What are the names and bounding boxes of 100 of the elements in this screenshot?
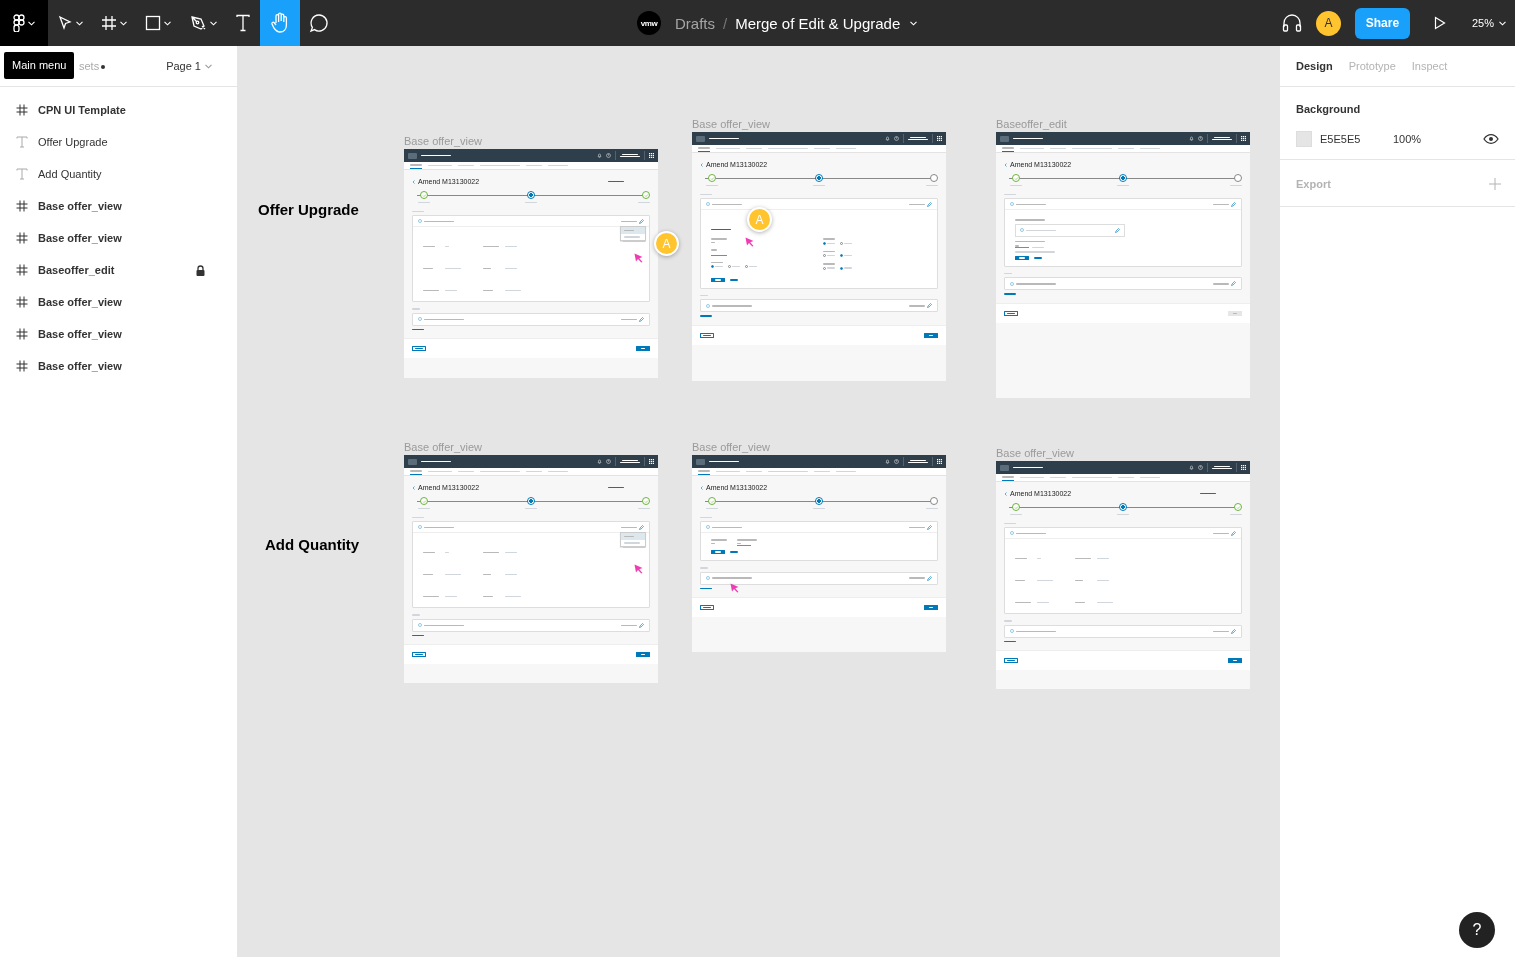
grid-icon	[649, 459, 654, 464]
frame-icon	[16, 296, 28, 308]
previous-button[interactable]	[700, 605, 714, 610]
offer-icon	[1010, 629, 1014, 634]
next-button[interactable]	[924, 605, 938, 610]
help-icon	[894, 459, 899, 464]
illegible-text	[1072, 147, 1112, 150]
back-icon[interactable]	[700, 162, 703, 167]
plus-icon[interactable]	[1489, 178, 1501, 190]
pencil-icon[interactable]	[639, 316, 644, 322]
previous-button[interactable]	[1004, 311, 1018, 316]
illegible-text	[421, 460, 451, 463]
help-icon	[1198, 136, 1203, 141]
next-button[interactable]	[636, 652, 650, 657]
back-icon[interactable]	[700, 485, 703, 490]
pencil-icon[interactable]	[1115, 227, 1120, 233]
layer-item[interactable]: Baseoffer_edit	[0, 254, 237, 286]
user-avatar[interactable]: A	[1315, 10, 1341, 36]
quantity-field[interactable]	[1015, 245, 1029, 249]
panel-tab[interactable]: Design	[1296, 60, 1333, 72]
previous-button[interactable]	[1004, 658, 1018, 663]
illegible-text	[1020, 476, 1044, 479]
grid-icon	[937, 136, 942, 141]
layer-name: Base offer_view	[38, 360, 123, 372]
eye-icon[interactable]	[1483, 134, 1499, 144]
layer-item[interactable]: Base offer_view	[0, 286, 237, 318]
app-logo	[408, 458, 417, 465]
layer-item[interactable]: Add Quantity	[0, 158, 237, 190]
quantity-field[interactable]	[737, 542, 751, 546]
next-button[interactable]	[924, 333, 938, 338]
back-icon[interactable]	[412, 179, 415, 184]
radio-button[interactable]	[839, 254, 843, 258]
caret-icon	[1499, 20, 1506, 26]
layer-item[interactable]: CPN UI Template	[0, 94, 237, 126]
play-icon[interactable]	[1433, 16, 1446, 30]
hex-value[interactable]: E5E5E5	[1320, 133, 1393, 145]
illegible-text	[1213, 203, 1229, 206]
file-name-menu[interactable]: Merge of Edit & Upgrade	[735, 14, 918, 32]
next-button[interactable]	[636, 346, 650, 351]
radio-button[interactable]	[745, 264, 748, 268]
pen-tool-icon	[189, 14, 207, 32]
illegible-text	[712, 203, 742, 206]
radio-button[interactable]	[711, 264, 714, 268]
layer-item[interactable]: Base offer_view	[0, 350, 237, 382]
pencil-icon[interactable]	[1231, 201, 1236, 207]
pencil-icon[interactable]	[639, 218, 644, 224]
opacity-value[interactable]: 100%	[1393, 133, 1422, 145]
page-menu[interactable]: Page 1	[166, 60, 212, 72]
save-button[interactable]	[1015, 255, 1029, 261]
layer-item[interactable]: Base offer_view	[0, 222, 237, 254]
toolbar-button[interactable]	[0, 0, 48, 46]
pencil-icon[interactable]	[639, 524, 644, 530]
illegible-text	[746, 470, 762, 473]
previous-button[interactable]	[412, 346, 426, 351]
help-icon	[606, 153, 611, 158]
next-button[interactable]	[1228, 658, 1242, 663]
illegible-text	[624, 535, 634, 538]
radio-button[interactable]	[839, 266, 843, 270]
previous-button[interactable]	[412, 652, 426, 657]
illegible-text	[641, 347, 645, 350]
frame-icon	[16, 104, 28, 116]
illegible-text	[1140, 147, 1160, 150]
save-button[interactable]	[711, 277, 725, 283]
radio-button[interactable]	[822, 241, 826, 245]
layer-item[interactable]: Base offer_view	[0, 318, 237, 350]
pencil-icon[interactable]	[1231, 281, 1236, 287]
offer-picker[interactable]	[1015, 223, 1125, 237]
headphones-icon[interactable]	[1281, 14, 1302, 32]
menu-item[interactable]	[621, 533, 645, 540]
layer-name: Base offer_view	[38, 328, 123, 340]
back-icon[interactable]	[412, 485, 415, 490]
radio-button[interactable]	[822, 254, 826, 258]
pointer-tool-icon	[57, 15, 73, 31]
save-button[interactable]	[711, 549, 725, 555]
radio-button[interactable]	[822, 266, 826, 270]
back-icon[interactable]	[1004, 162, 1007, 167]
pencil-icon[interactable]	[639, 622, 644, 628]
back-icon[interactable]	[1004, 491, 1007, 496]
color-swatch[interactable]	[1296, 131, 1312, 147]
select-field[interactable]	[711, 252, 727, 256]
pencil-icon[interactable]	[1231, 628, 1236, 634]
illegible-text	[526, 164, 542, 167]
pencil-icon[interactable]	[1231, 530, 1236, 536]
pencil-icon[interactable]	[927, 201, 932, 207]
layer-item[interactable]: Base offer_view	[0, 190, 237, 222]
layer-item[interactable]: Offer Upgrade	[0, 126, 237, 158]
illegible-text	[480, 164, 520, 167]
pencil-icon[interactable]	[927, 575, 932, 581]
menu-item[interactable]	[621, 227, 645, 234]
bell-icon	[1189, 136, 1194, 141]
previous-button[interactable]	[700, 333, 714, 338]
pencil-icon[interactable]	[927, 524, 932, 530]
help-button[interactable]: ?	[1459, 912, 1495, 948]
illegible-text	[1015, 240, 1045, 243]
radio-button[interactable]	[728, 264, 731, 268]
pencil-icon[interactable]	[927, 303, 932, 309]
radio-button[interactable]	[839, 241, 843, 245]
illegible-text	[909, 526, 925, 529]
zoom-menu[interactable]: 25%	[1471, 17, 1506, 29]
breadcrumb-link[interactable]: Drafts	[675, 14, 715, 32]
